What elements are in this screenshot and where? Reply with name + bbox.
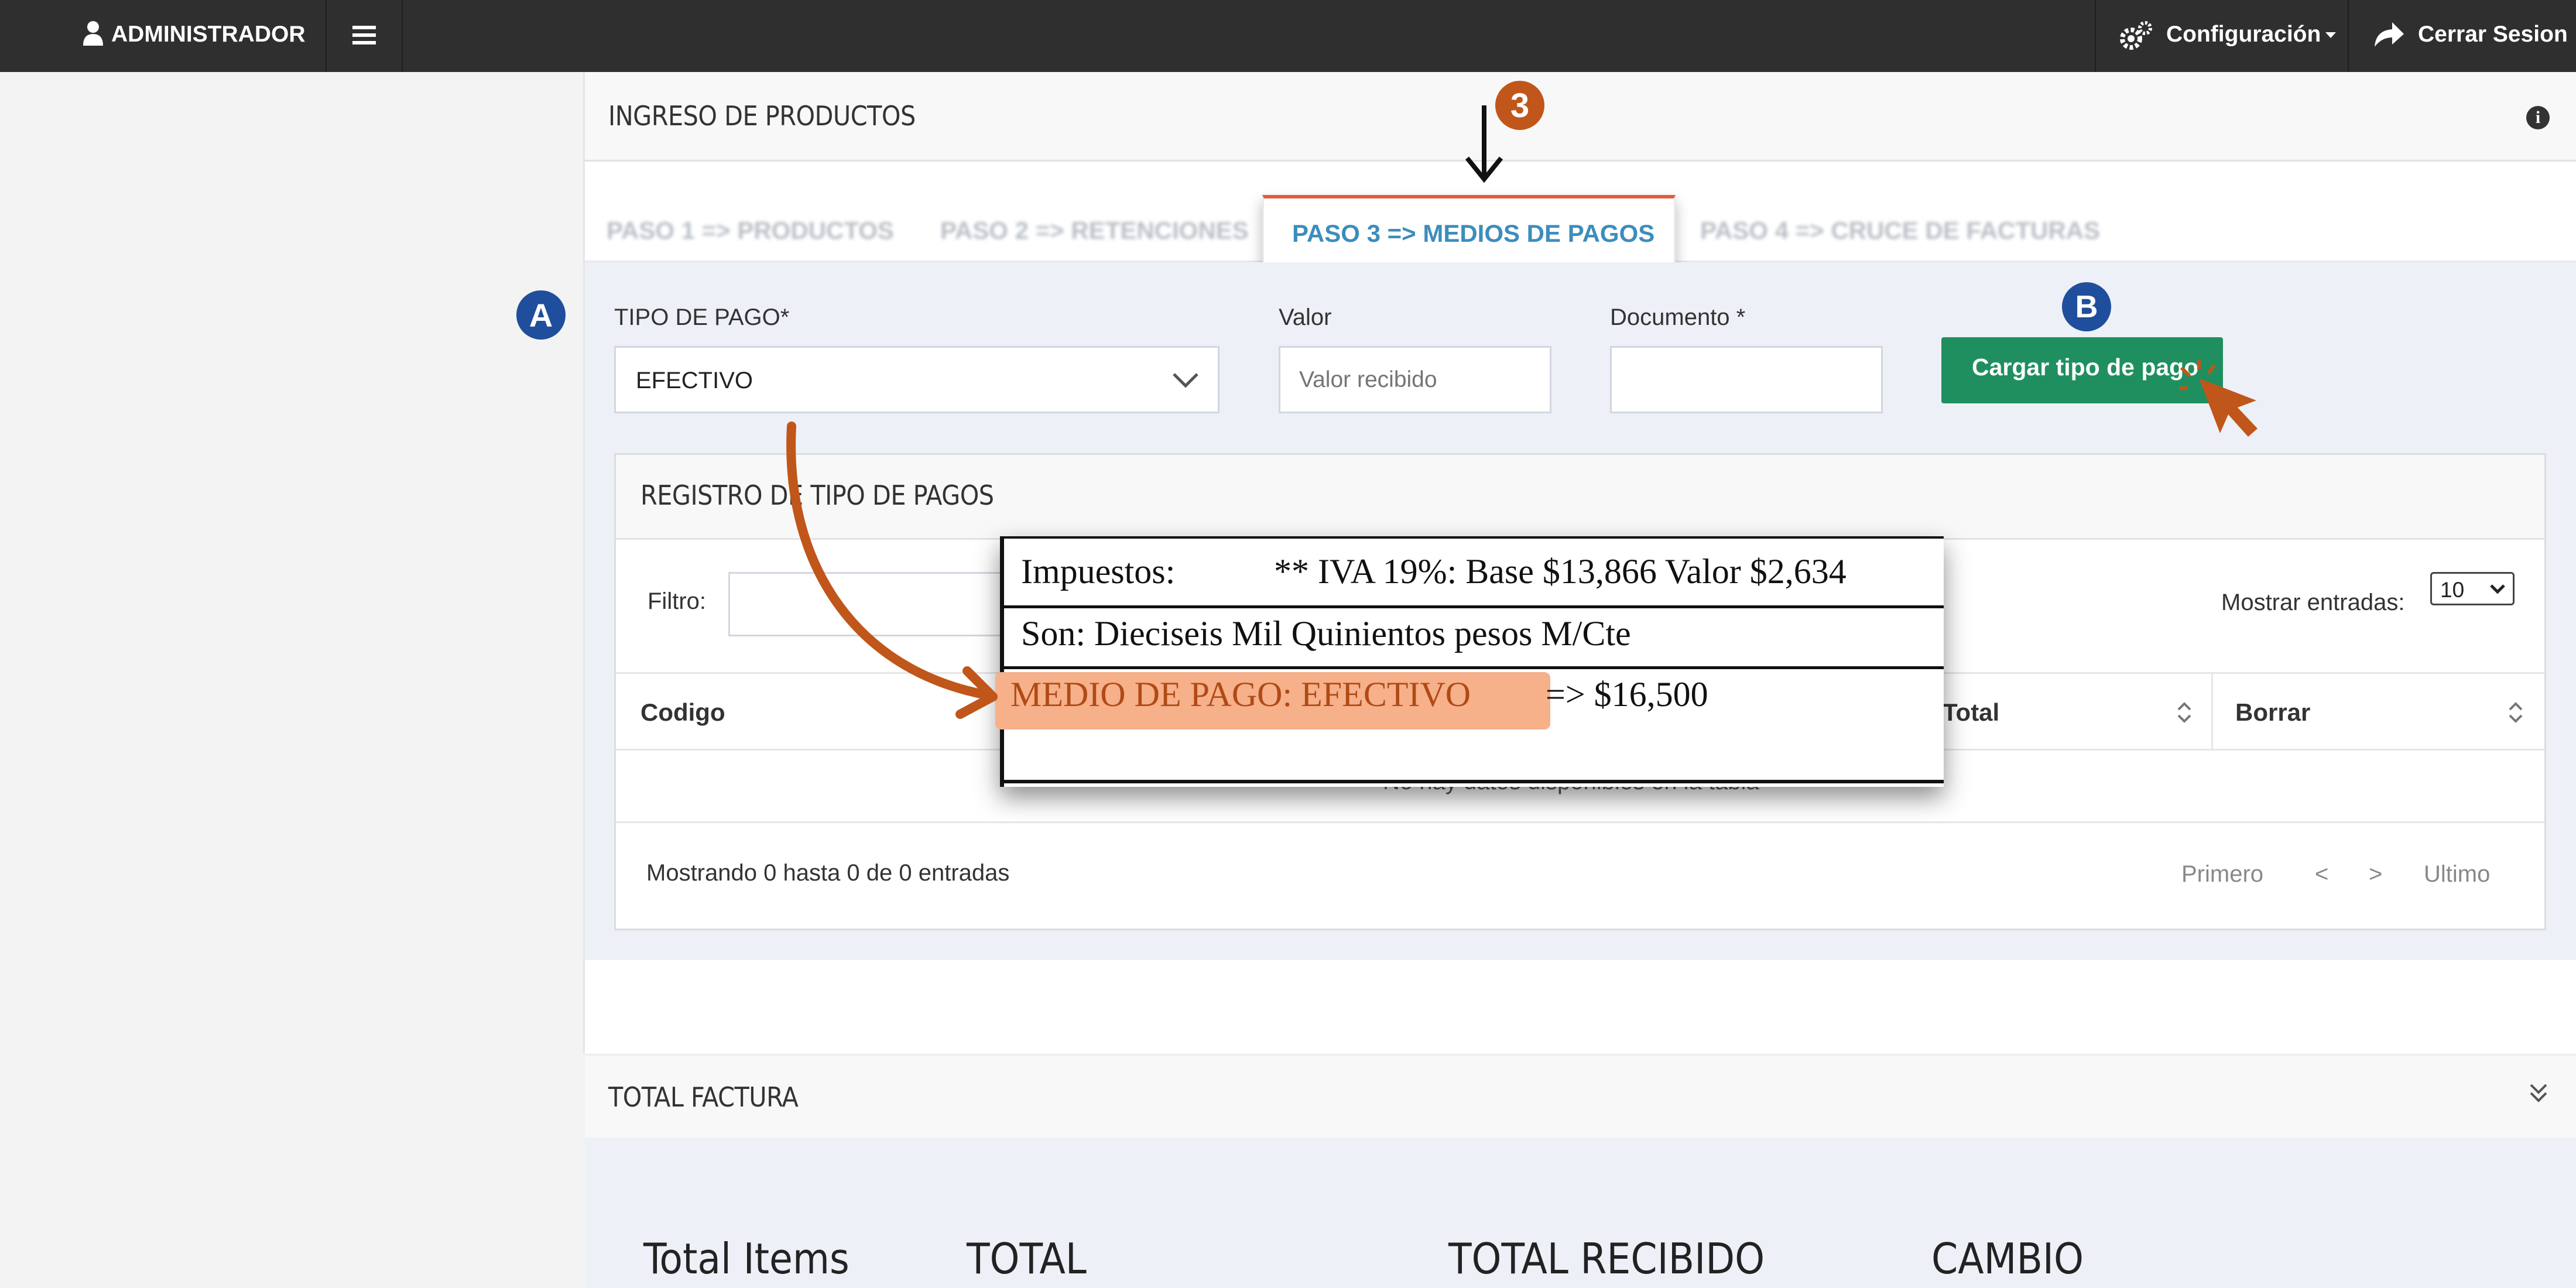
tab-paso-3-label: PASO 3 => MEDIOS DE PAGOS [1292, 220, 1655, 247]
tipo-pago-label: TIPO DE PAGO* [614, 304, 790, 330]
pager-prev[interactable]: < [2315, 861, 2328, 888]
pager-next[interactable]: > [2369, 861, 2382, 888]
sort-icon [2509, 702, 2523, 723]
logout-label: Cerrar Sesion [2418, 22, 2568, 47]
marker-b: B [2062, 282, 2111, 331]
cargar-tipo-pago-label: Cargar tipo de pago [1972, 354, 2199, 381]
invoice-excerpt-callout: Impuestos: ** IVA 19%: Base $13,866 Valo… [995, 536, 1944, 787]
valor-input[interactable] [1279, 346, 1551, 413]
documento-input[interactable] [1610, 346, 1883, 413]
logout-button[interactable]: Cerrar Sesion [2349, 0, 2576, 72]
tab-paso-4[interactable]: PASO 4 => CRUCE DE FACTURAS [1700, 217, 2100, 245]
payment-amount: => $16,500 [1546, 675, 1708, 714]
tipo-pago-value: EFECTIVO [636, 368, 753, 393]
user-menu[interactable]: ADMINISTRADOR [82, 0, 328, 72]
column-total[interactable]: Total [1943, 698, 1999, 727]
payment-method-text: MEDIO DE PAGO: EFECTIVO [1010, 675, 1471, 714]
step-3-badge: 3 [1495, 81, 1544, 130]
panel-header: INGRESO DE PRODUCTOS i [585, 72, 2576, 162]
total-label: TOTAL [967, 1234, 1087, 1283]
cursor-click-icon [2179, 359, 2258, 437]
caret-down-icon [2325, 32, 2336, 38]
show-entries-label: Mostrar entradas: [2221, 590, 2405, 615]
user-label: ADMINISTRADOR [111, 22, 306, 47]
column-borrar[interactable]: Borrar [2235, 698, 2310, 727]
config-label: Configuración [2166, 22, 2321, 47]
show-entries-value: 10 [2440, 578, 2465, 602]
total-items-label: Total Items [643, 1234, 849, 1283]
page-title: INGRESO DE PRODUCTOS [608, 100, 916, 132]
pager-first[interactable]: Primero [2181, 861, 2263, 888]
taxes-value: ** IVA 19%: Base $13,866 Valor $2,634 [1274, 552, 1847, 591]
user-icon [83, 21, 103, 46]
valor-label: Valor [1279, 304, 1332, 330]
config-menu[interactable]: Configuración [2096, 0, 2348, 72]
cambio-label: CAMBIO [1931, 1234, 2084, 1283]
documento-label: Documento * [1610, 304, 1746, 330]
tipo-pago-select[interactable]: EFECTIVO [614, 346, 1220, 413]
column-codigo[interactable]: Codigo [640, 698, 725, 727]
tab-paso-1[interactable]: PASO 1 => PRODUCTOS [607, 217, 894, 245]
sort-icon [2177, 702, 2191, 723]
pager-last[interactable]: Ultimo [2424, 861, 2490, 888]
share-arrow-icon [2375, 22, 2404, 47]
hamburger-icon [352, 26, 376, 44]
excerpt-bottom-rule [1000, 780, 1944, 783]
excerpt-top-rule [1000, 536, 1944, 539]
filter-label: Filtro: [648, 588, 706, 614]
excerpt-row-rule [1000, 605, 1944, 608]
show-entries-select[interactable]: 10 [2430, 572, 2515, 605]
marker-a: A [516, 290, 566, 340]
amount-in-words: Son: Dieciseis Mil Quinientos pesos M/Ct… [1021, 614, 1631, 653]
double-chevron-down-icon [2530, 1084, 2547, 1102]
top-navbar: ADMINISTRADOR Configuración Cerrar Sesio… [0, 0, 2576, 72]
chevron-down-icon [2490, 584, 2505, 594]
total-factura-header[interactable]: TOTAL FACTURA [585, 1054, 2576, 1139]
curved-arrow-icon [786, 422, 998, 719]
gears-icon [2120, 21, 2152, 50]
table-info: Mostrando 0 hasta 0 de 0 entradas [646, 860, 1010, 886]
chevron-down-icon [1173, 373, 1198, 388]
sidebar-toggle-button[interactable] [327, 0, 402, 72]
taxes-label: Impuestos: [1021, 552, 1176, 591]
info-icon[interactable]: i [2526, 106, 2550, 129]
column-divider [2211, 674, 2213, 749]
total-recibido-label: TOTAL RECIBIDO [1448, 1234, 1765, 1283]
excerpt-row-rule [1000, 666, 1944, 669]
navbar-divider [402, 0, 403, 72]
total-factura-title: TOTAL FACTURA [608, 1081, 799, 1113]
tab-paso-2[interactable]: PASO 2 => RETENCIONES [940, 217, 1249, 245]
